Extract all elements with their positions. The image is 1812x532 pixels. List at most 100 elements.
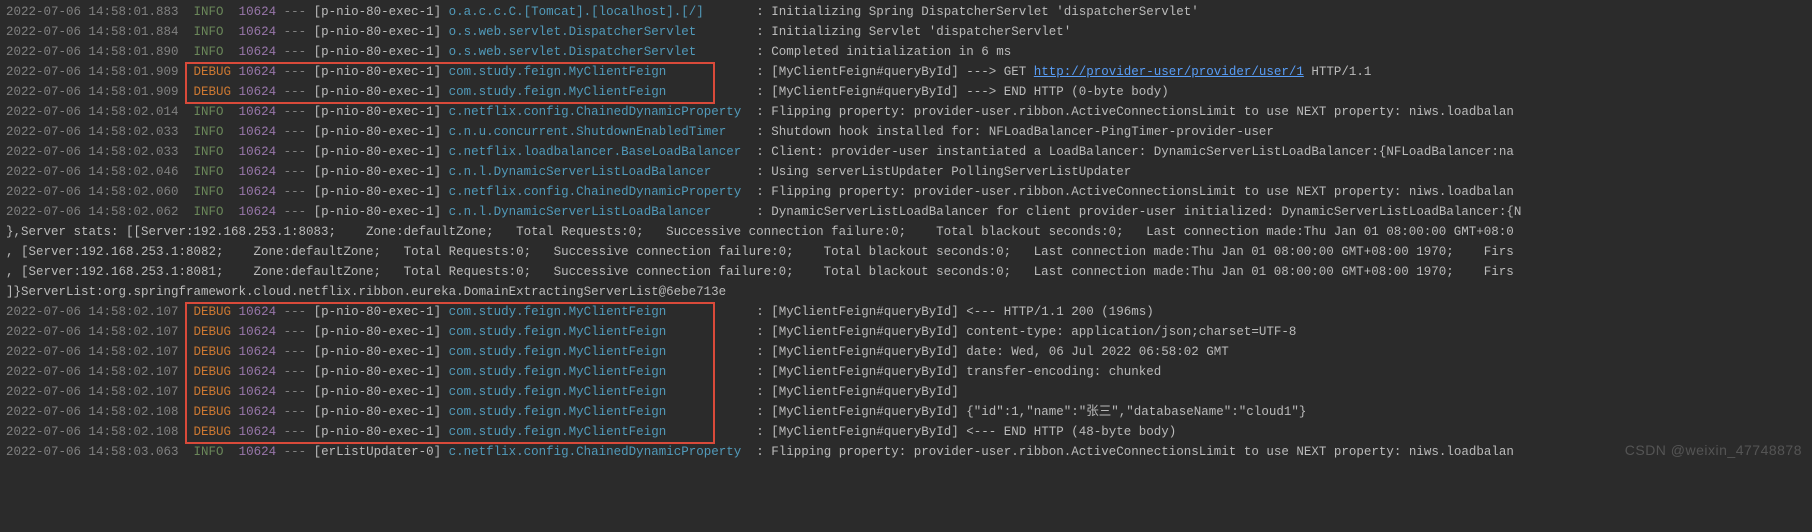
log-timestamp: 2022-07-06 14:58:01.909 — [6, 65, 179, 79]
log-thread: [p-nio-80-exec-1] — [314, 205, 442, 219]
log-logger: c.netflix.loadbalancer.BaseLoadBalancer — [449, 145, 742, 159]
log-level: DEBUG — [194, 385, 232, 399]
log-pid: 10624 — [239, 5, 277, 19]
log-pid: 10624 — [239, 385, 277, 399]
log-logger: com.study.feign.MyClientFeign — [449, 365, 742, 379]
log-pid: 10624 — [239, 65, 277, 79]
log-line: 2022-07-06 14:58:01.909 DEBUG 10624 --- … — [6, 82, 1806, 102]
log-level: INFO — [194, 25, 232, 39]
log-message: : [MyClientFeign#queryById] {"id":1,"nam… — [756, 405, 1306, 419]
log-line: 2022-07-06 14:58:02.107 DEBUG 10624 --- … — [6, 362, 1806, 382]
log-level: INFO — [194, 185, 232, 199]
log-logger: o.a.c.c.C.[Tomcat].[localhost].[/] — [449, 5, 742, 19]
log-timestamp: 2022-07-06 14:58:02.107 — [6, 305, 179, 319]
log-thread: [p-nio-80-exec-1] — [314, 385, 442, 399]
log-plain-text: , [Server:192.168.253.1:8081; Zone:defau… — [6, 265, 1514, 279]
log-message: : Flipping property: provider-user.ribbo… — [756, 105, 1514, 119]
log-level: DEBUG — [194, 85, 232, 99]
log-logger: c.n.u.concurrent.ShutdownEnabledTimer — [449, 125, 742, 139]
log-timestamp: 2022-07-06 14:58:02.014 — [6, 105, 179, 119]
log-thread: [p-nio-80-exec-1] — [314, 405, 442, 419]
log-timestamp: 2022-07-06 14:58:02.107 — [6, 345, 179, 359]
log-timestamp: 2022-07-06 14:58:01.884 — [6, 25, 179, 39]
log-line: , [Server:192.168.253.1:8081; Zone:defau… — [6, 262, 1806, 282]
log-level: INFO — [194, 125, 232, 139]
log-line: , [Server:192.168.253.1:8082; Zone:defau… — [6, 242, 1806, 262]
log-message: : Initializing Servlet 'dispatcherServle… — [756, 25, 1071, 39]
log-level: DEBUG — [194, 405, 232, 419]
log-url-link[interactable]: http://provider-user/provider/user/1 — [1034, 65, 1304, 79]
log-message: : [MyClientFeign#queryById] content-type… — [756, 325, 1296, 339]
log-level: INFO — [194, 165, 232, 179]
log-level: INFO — [194, 105, 232, 119]
log-thread: [p-nio-80-exec-1] — [314, 85, 442, 99]
log-logger: o.s.web.servlet.DispatcherServlet — [449, 45, 742, 59]
log-pid: 10624 — [239, 205, 277, 219]
log-line: 2022-07-06 14:58:02.062 INFO 10624 --- [… — [6, 202, 1806, 222]
log-pid: 10624 — [239, 445, 277, 459]
log-message: : [MyClientFeign#queryById] ---> GET — [756, 65, 1034, 79]
watermark-text: CSDN @weixin_47748878 — [1625, 440, 1802, 460]
log-logger: com.study.feign.MyClientFeign — [449, 65, 742, 79]
log-thread: [p-nio-80-exec-1] — [314, 425, 442, 439]
log-plain-text: ]}ServerList:org.springframework.cloud.n… — [6, 285, 726, 299]
log-separator: --- — [276, 65, 314, 79]
log-separator: --- — [276, 205, 314, 219]
log-pid: 10624 — [239, 305, 277, 319]
log-message: : [MyClientFeign#queryById] — [756, 385, 966, 399]
log-timestamp: 2022-07-06 14:58:02.062 — [6, 205, 179, 219]
log-message: : [MyClientFeign#queryById] transfer-enc… — [756, 365, 1161, 379]
log-logger: c.n.l.DynamicServerListLoadBalancer — [449, 205, 742, 219]
log-line: 2022-07-06 14:58:02.033 INFO 10624 --- [… — [6, 122, 1806, 142]
log-separator: --- — [276, 445, 314, 459]
log-timestamp: 2022-07-06 14:58:02.108 — [6, 405, 179, 419]
log-logger: com.study.feign.MyClientFeign — [449, 345, 742, 359]
log-pid: 10624 — [239, 85, 277, 99]
log-separator: --- — [276, 365, 314, 379]
log-message: : DynamicServerListLoadBalancer for clie… — [756, 205, 1521, 219]
log-line: 2022-07-06 14:58:02.108 DEBUG 10624 --- … — [6, 422, 1806, 442]
log-level: DEBUG — [194, 425, 232, 439]
log-line: 2022-07-06 14:58:01.909 DEBUG 10624 --- … — [6, 62, 1806, 82]
log-timestamp: 2022-07-06 14:58:02.108 — [6, 425, 179, 439]
log-timestamp: 2022-07-06 14:58:02.033 — [6, 145, 179, 159]
log-line: 2022-07-06 14:58:02.014 INFO 10624 --- [… — [6, 102, 1806, 122]
log-level: INFO — [194, 445, 232, 459]
log-pid: 10624 — [239, 325, 277, 339]
log-pid: 10624 — [239, 345, 277, 359]
log-line: 2022-07-06 14:58:02.046 INFO 10624 --- [… — [6, 162, 1806, 182]
log-viewer[interactable]: 2022-07-06 14:58:01.883 INFO 10624 --- [… — [0, 0, 1812, 464]
log-logger: c.n.l.DynamicServerListLoadBalancer — [449, 165, 742, 179]
log-logger: com.study.feign.MyClientFeign — [449, 325, 742, 339]
log-message: : Shutdown hook installed for: NFLoadBal… — [756, 125, 1274, 139]
log-level: INFO — [194, 45, 232, 59]
log-separator: --- — [276, 105, 314, 119]
log-logger: com.study.feign.MyClientFeign — [449, 305, 742, 319]
log-thread: [p-nio-80-exec-1] — [314, 125, 442, 139]
log-plain-text: , [Server:192.168.253.1:8082; Zone:defau… — [6, 245, 1514, 259]
log-line: 2022-07-06 14:58:02.033 INFO 10624 --- [… — [6, 142, 1806, 162]
log-thread: [p-nio-80-exec-1] — [314, 165, 442, 179]
log-timestamp: 2022-07-06 14:58:03.063 — [6, 445, 179, 459]
log-message: : Client: provider-user instantiated a L… — [756, 145, 1514, 159]
log-level: INFO — [194, 5, 232, 19]
log-message: : [MyClientFeign#queryById] date: Wed, 0… — [756, 345, 1229, 359]
log-pid: 10624 — [239, 165, 277, 179]
log-timestamp: 2022-07-06 14:58:02.107 — [6, 365, 179, 379]
log-thread: [erListUpdater-0] — [314, 445, 442, 459]
log-pid: 10624 — [239, 45, 277, 59]
log-line: 2022-07-06 14:58:02.060 INFO 10624 --- [… — [6, 182, 1806, 202]
log-timestamp: 2022-07-06 14:58:01.883 — [6, 5, 179, 19]
log-level: DEBUG — [194, 345, 232, 359]
log-timestamp: 2022-07-06 14:58:01.909 — [6, 85, 179, 99]
log-thread: [p-nio-80-exec-1] — [314, 105, 442, 119]
log-logger: o.s.web.servlet.DispatcherServlet — [449, 25, 742, 39]
log-thread: [p-nio-80-exec-1] — [314, 345, 442, 359]
log-logger: c.netflix.config.ChainedDynamicProperty — [449, 185, 742, 199]
log-level: DEBUG — [194, 365, 232, 379]
log-line: 2022-07-06 14:58:01.884 INFO 10624 --- [… — [6, 22, 1806, 42]
log-thread: [p-nio-80-exec-1] — [314, 365, 442, 379]
log-separator: --- — [276, 5, 314, 19]
log-separator: --- — [276, 405, 314, 419]
log-line: 2022-07-06 14:58:02.108 DEBUG 10624 --- … — [6, 402, 1806, 422]
